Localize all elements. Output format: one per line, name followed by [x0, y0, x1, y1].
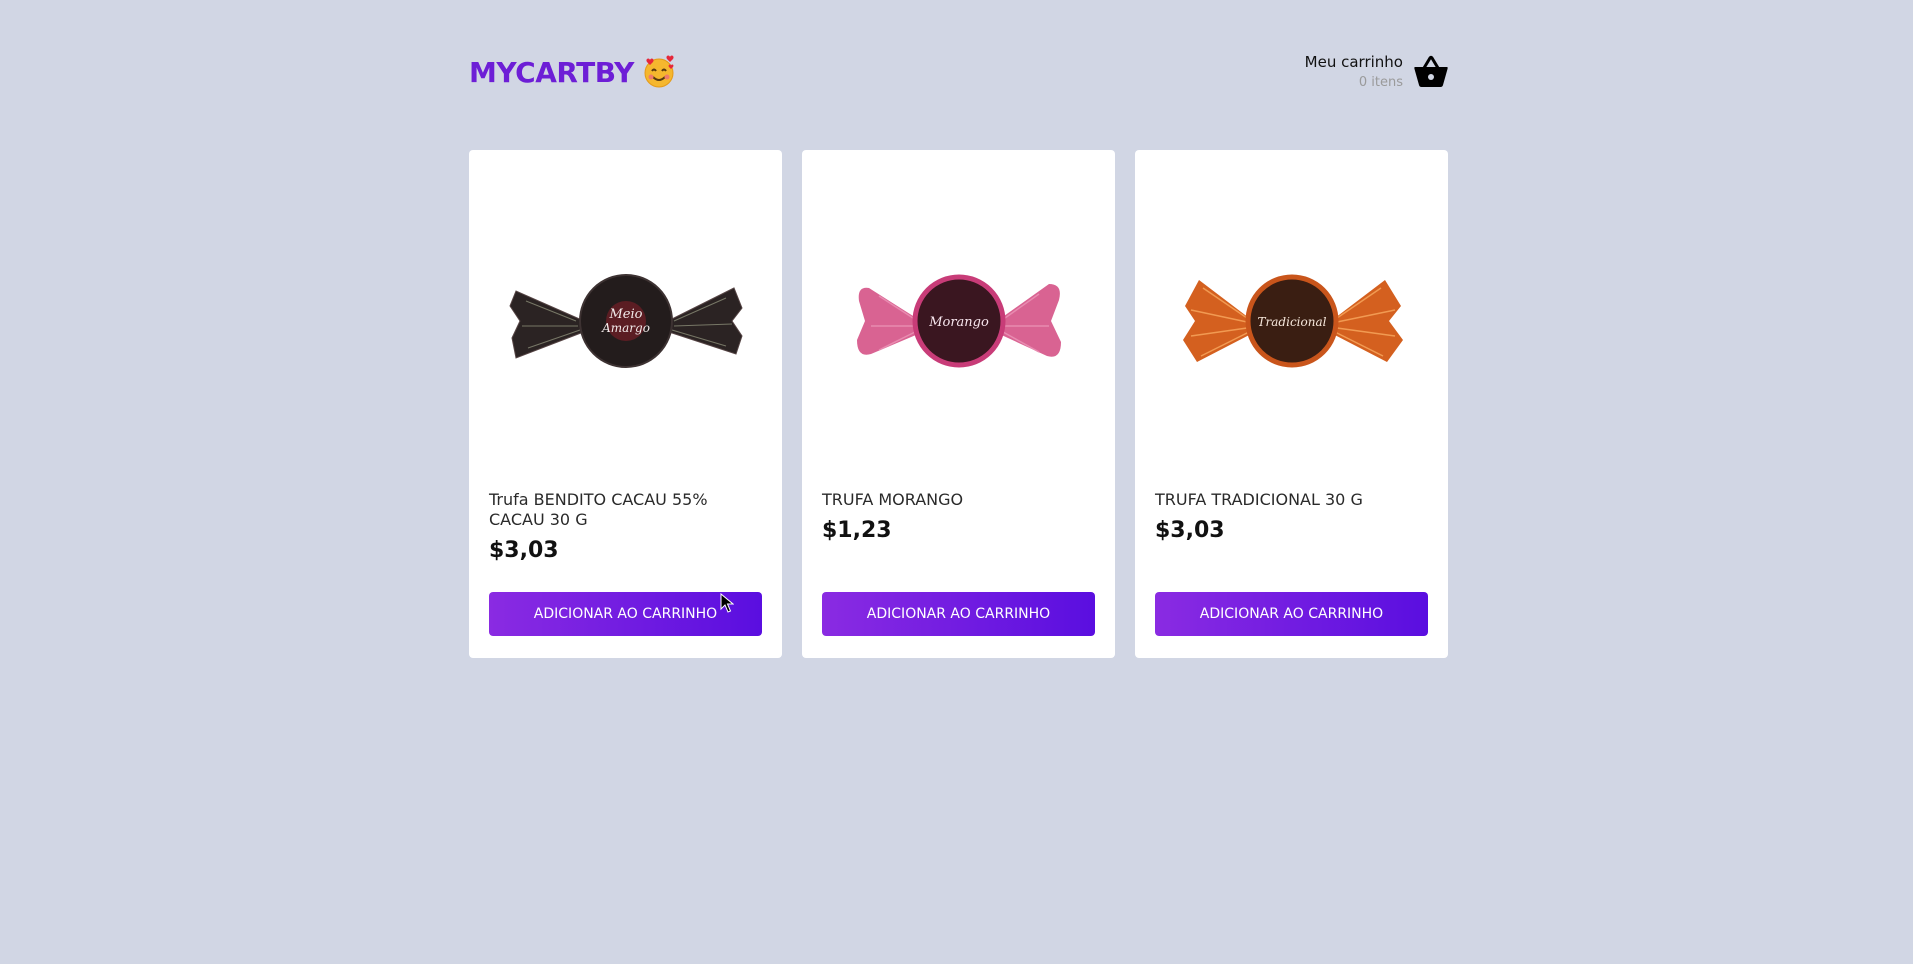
logo-text: MYCARTBY	[469, 55, 634, 89]
mouse-cursor-icon	[720, 593, 734, 613]
product-card: Meio Amargo Trufa BENDITO CACAU 55% CACA…	[469, 150, 782, 658]
product-price: $3,03	[489, 538, 559, 563]
add-to-cart-button[interactable]: ADICIONAR AO CARRINHO	[1155, 592, 1428, 636]
basket-icon	[1413, 55, 1449, 89]
truffle-morango-icon: Morango	[849, 266, 1069, 380]
smiling-face-with-hearts-icon	[642, 55, 676, 89]
product-list: Meio Amargo Trufa BENDITO CACAU 55% CACA…	[469, 150, 1449, 658]
truffle-meio-amargo-icon: Meio Amargo	[506, 266, 746, 380]
product-name: Trufa BENDITO CACAU 55% CACAU 30 G	[489, 490, 708, 529]
product-card: Morango TRUFA MORANGO $1,23 ADICIONAR AO…	[802, 150, 1115, 658]
product-price: $1,23	[822, 518, 892, 543]
product-card: Tradicional TRUFA TRADICIONAL 30 G $3,03…	[1135, 150, 1448, 658]
product-price: $3,03	[1155, 518, 1225, 543]
page-container: MYCARTBY Meu carrinho 0 itens Meio Amarg…	[469, 0, 1449, 658]
product-image: Meio Amargo	[489, 150, 762, 490]
cart-button[interactable]: Meu carrinho 0 itens	[1305, 53, 1449, 90]
product-image: Tradicional	[1155, 150, 1428, 490]
truffle-label-line2: Amargo	[601, 321, 650, 335]
site-header: MYCARTBY Meu carrinho 0 itens	[469, 0, 1449, 150]
product-name: TRUFA MORANGO	[822, 490, 964, 509]
product-image: Morango	[822, 150, 1095, 490]
truffle-label: Tradicional	[1257, 315, 1326, 329]
add-to-cart-button[interactable]: ADICIONAR AO CARRINHO	[822, 592, 1095, 636]
cart-count: 0 itens	[1358, 75, 1403, 90]
logo[interactable]: MYCARTBY	[469, 55, 676, 89]
truffle-label-line1: Meio	[608, 307, 642, 322]
cart-label: Meu carrinho	[1304, 53, 1403, 71]
product-name: TRUFA TRADICIONAL 30 G	[1155, 490, 1363, 509]
truffle-label: Morango	[928, 315, 989, 330]
truffle-tradicional-icon: Tradicional	[1177, 266, 1407, 380]
cart-summary: Meu carrinho 0 itens	[1305, 53, 1403, 90]
